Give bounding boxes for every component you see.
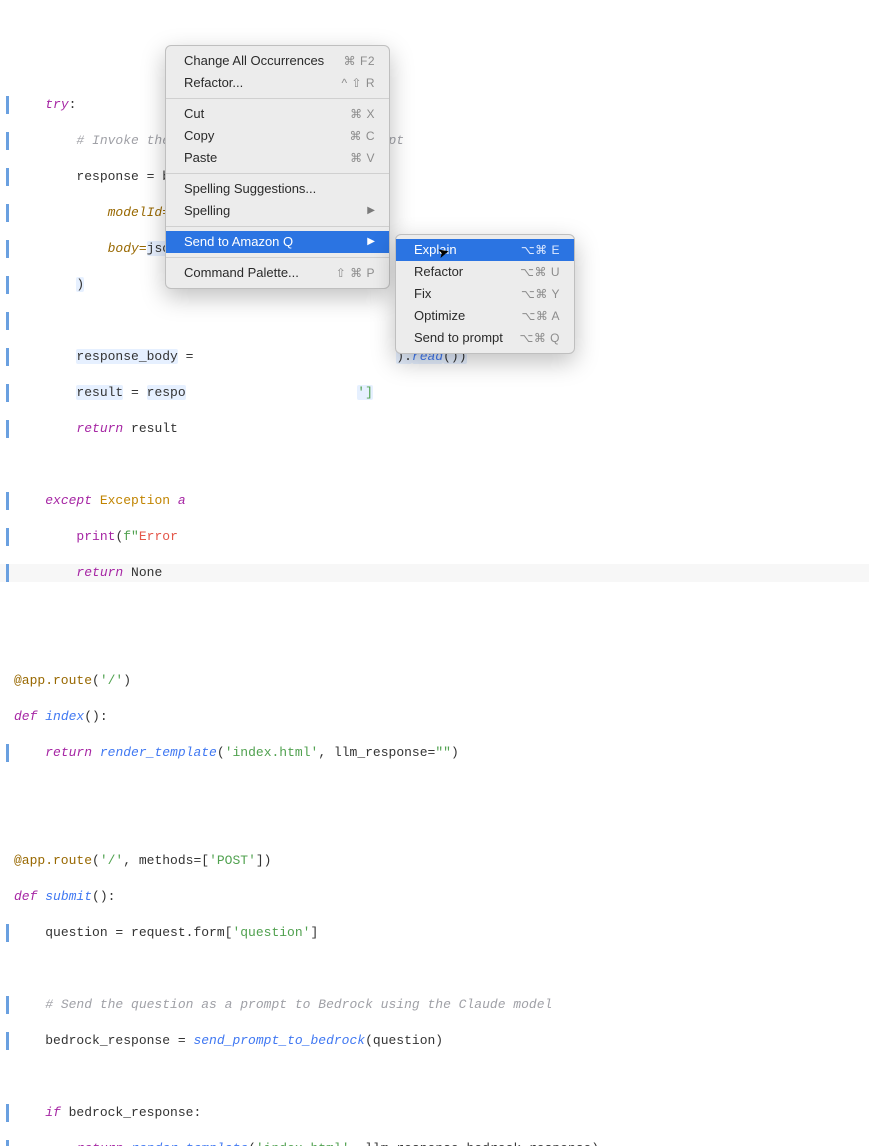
submenu-fix[interactable]: Fix⌥⌘ Y [396, 283, 574, 305]
shortcut: ^ ⇧ R [341, 74, 375, 92]
shortcut: ⌥⌘ A [521, 307, 560, 325]
menu-spelling-suggestions[interactable]: Spelling Suggestions... [166, 178, 389, 200]
shortcut: ⇧ ⌘ P [336, 264, 375, 282]
menu-spelling[interactable]: Spelling▶ [166, 200, 389, 222]
menu-cut[interactable]: Cut⌘ X [166, 103, 389, 125]
shortcut: ⌘ C [350, 127, 376, 145]
keyword-try: try [45, 97, 68, 112]
shortcut: ⌥⌘ Q [520, 329, 561, 347]
submenu-refactor[interactable]: Refactor⌥⌘ U [396, 261, 574, 283]
shortcut: ⌥⌘ Y [521, 285, 560, 303]
menu-refactor[interactable]: Refactor...^ ⇧ R [166, 72, 389, 94]
menu-separator [166, 98, 389, 99]
menu-command-palette[interactable]: Command Palette...⇧ ⌘ P [166, 262, 389, 284]
shortcut: ⌥⌘ U [520, 263, 560, 281]
menu-copy[interactable]: Copy⌘ C [166, 125, 389, 147]
shortcut: ⌘ V [350, 149, 375, 167]
chevron-right-icon: ▶ [367, 233, 375, 251]
menu-change-all-occurrences[interactable]: Change All Occurrences⌘ F2 [166, 50, 389, 72]
submenu-explain[interactable]: Explain⌥⌘ E [396, 239, 574, 261]
submenu-optimize[interactable]: Optimize⌥⌘ A [396, 305, 574, 327]
menu-separator [166, 257, 389, 258]
submenu-send-to-prompt[interactable]: Send to prompt⌥⌘ Q [396, 327, 574, 349]
menu-send-to-amazon-q[interactable]: Send to Amazon Q▶ [166, 231, 389, 253]
shortcut: ⌘ X [350, 105, 375, 123]
shortcut: ⌘ F2 [344, 52, 375, 70]
chevron-right-icon: ▶ [367, 202, 375, 220]
menu-separator [166, 173, 389, 174]
menu-paste[interactable]: Paste⌘ V [166, 147, 389, 169]
context-menu: Change All Occurrences⌘ F2 Refactor...^ … [165, 45, 390, 289]
menu-separator [166, 226, 389, 227]
shortcut: ⌥⌘ E [521, 241, 560, 259]
amazon-q-submenu: Explain⌥⌘ E Refactor⌥⌘ U Fix⌥⌘ Y Optimiz… [395, 234, 575, 354]
